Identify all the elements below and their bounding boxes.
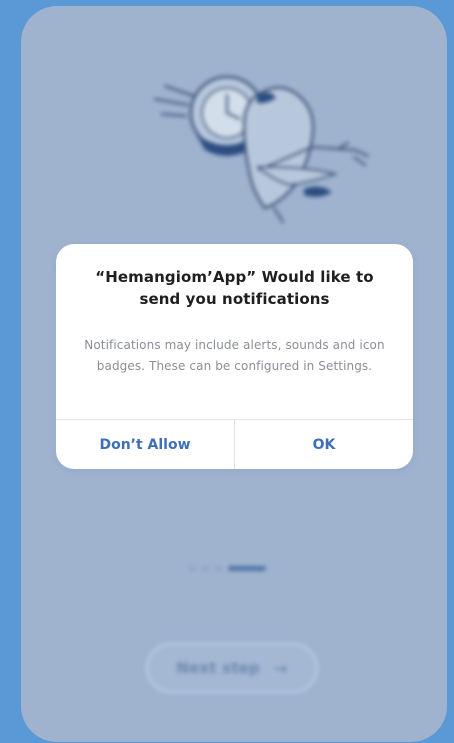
onboarding-illustration [154, 75, 369, 223]
pager-dot [189, 565, 196, 571]
arrow-right-icon: → [274, 658, 288, 678]
pager-dot [202, 565, 209, 571]
pager-dot-active [228, 565, 266, 571]
pager-dot [215, 565, 222, 571]
pager-dots [189, 564, 266, 572]
notification-permission-dialog: “Hemangiom’App” Would like to send you n… [56, 244, 413, 469]
dialog-message: Notifications may include alerts, sounds… [84, 338, 385, 373]
ok-button[interactable]: OK [235, 420, 413, 469]
next-step-label: Next step [176, 659, 260, 677]
dialog-title: “Hemangiom’App” Would like to send you n… [95, 268, 374, 308]
dont-allow-button[interactable]: Don’t Allow [56, 420, 235, 469]
dialog-actions: Don’t Allow OK [56, 419, 413, 469]
next-step-button[interactable]: Next step → [146, 643, 318, 693]
